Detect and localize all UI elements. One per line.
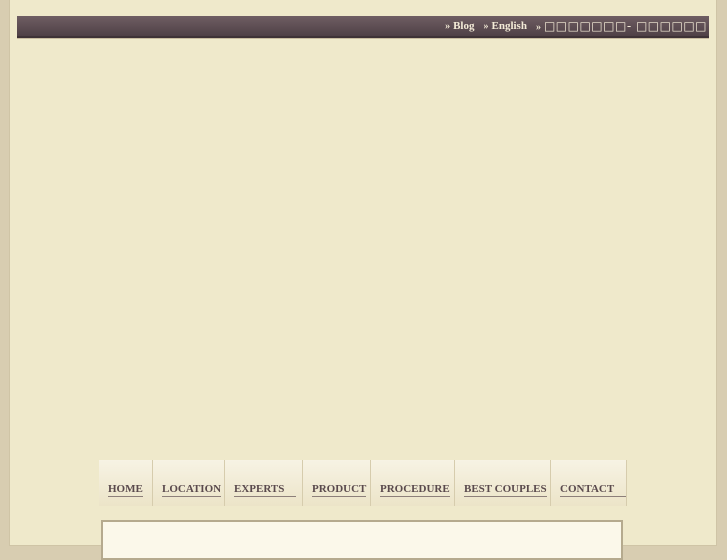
nav-item-label: HOME xyxy=(108,483,143,497)
nav-item-best-couples[interactable]: BEST COUPLES xyxy=(455,460,551,506)
nav-item-label: PROCEDURE xyxy=(380,483,450,497)
main-nav: HOME LOCATION EXPERTS PRODUCT PROCEDURE … xyxy=(99,460,627,506)
nav-item-contact[interactable]: CONTACT xyxy=(551,460,627,506)
nav-item-label: BEST COUPLES xyxy=(464,483,547,497)
nav-item-label: LOCATION xyxy=(162,483,222,497)
nav-item-label: PRODUCT xyxy=(312,483,367,497)
nav-item-experts[interactable]: EXPERTS xyxy=(225,460,303,506)
nav-item-label: CONTACT xyxy=(560,483,627,497)
arrow-icon: » xyxy=(445,21,451,32)
arrow-icon: » xyxy=(483,21,489,32)
top-links: » Blog » English » □□□□□□□- □□□□□□ xyxy=(445,16,707,36)
other-language-link[interactable]: » □□□□□□□- □□□□□□ xyxy=(536,19,707,33)
nav-item-product[interactable]: PRODUCT xyxy=(303,460,371,506)
blog-link-label: Blog xyxy=(453,20,475,32)
arrow-icon: » xyxy=(535,22,541,33)
nav-item-home[interactable]: HOME xyxy=(99,460,153,506)
content-box xyxy=(101,520,623,560)
other-language-label: □□□□□□□- □□□□□□ xyxy=(543,19,707,33)
english-link-label: English xyxy=(491,20,527,32)
page-container: » Blog » English » □□□□□□□- □□□□□□ HOME LOC… xyxy=(10,0,716,560)
nav-item-label: EXPERTS xyxy=(234,483,297,497)
nav-item-procedure[interactable]: PROCEDURE xyxy=(371,460,455,506)
blog-link[interactable]: » Blog xyxy=(445,20,474,32)
nav-item-location[interactable]: LOCATION xyxy=(153,460,225,506)
top-bar: » Blog » English » □□□□□□□- □□□□□□ xyxy=(17,16,709,38)
english-link[interactable]: » English xyxy=(483,20,526,32)
